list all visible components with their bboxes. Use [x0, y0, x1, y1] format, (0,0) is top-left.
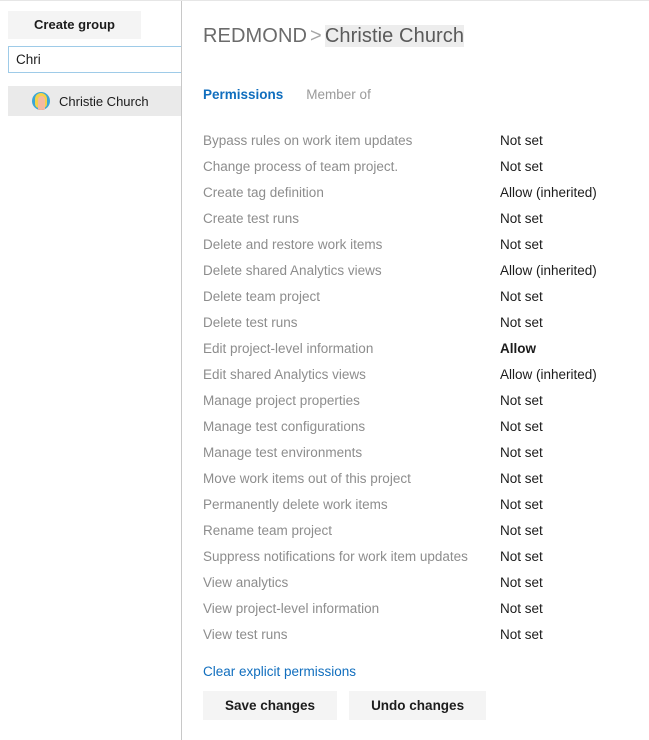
permission-row: Permanently delete work itemsNot set [203, 491, 633, 517]
create-group-button[interactable]: Create group [8, 11, 141, 39]
identity-search-input[interactable] [8, 46, 181, 73]
permission-row: Delete team projectNot set [203, 283, 633, 309]
permission-row: Move work items out of this projectNot s… [203, 465, 633, 491]
permission-row: Delete shared Analytics viewsAllow (inhe… [203, 257, 633, 283]
permission-value[interactable]: Not set [500, 445, 543, 460]
user-avatar-icon [32, 92, 50, 110]
permission-row: Create tag definitionAllow (inherited) [203, 179, 633, 205]
permission-name: Delete and restore work items [203, 237, 500, 252]
permission-row: Change process of team project.Not set [203, 153, 633, 179]
permission-value[interactable]: Not set [500, 549, 543, 564]
permission-value[interactable]: Not set [500, 159, 543, 174]
permission-value[interactable]: Allow [500, 341, 536, 356]
permission-value[interactable]: Not set [500, 601, 543, 616]
permission-row: Edit project-level informationAllow [203, 335, 633, 361]
breadcrumb-current: Christie Church [325, 25, 464, 47]
permission-row: Edit shared Analytics viewsAllow (inheri… [203, 361, 633, 387]
permission-name: Delete test runs [203, 315, 500, 330]
permission-value[interactable]: Not set [500, 471, 543, 486]
permission-value[interactable]: Not set [500, 211, 543, 226]
permission-row: Delete test runsNot set [203, 309, 633, 335]
identity-detail-panel: REDMOND>Christie Church Permissions Memb… [182, 1, 649, 740]
breadcrumb-separator: > [310, 25, 322, 47]
permission-name: Delete shared Analytics views [203, 263, 500, 278]
permission-value[interactable]: Not set [500, 575, 543, 590]
permission-row: Manage test configurationsNot set [203, 413, 633, 439]
action-buttons: Save changes Undo changes [203, 691, 486, 720]
permission-name: Create test runs [203, 211, 500, 226]
tab-member-of[interactable]: Member of [306, 87, 371, 102]
permission-name: Edit project-level information [203, 341, 500, 356]
permission-value[interactable]: Not set [500, 419, 543, 434]
permission-name: Manage project properties [203, 393, 500, 408]
permission-value[interactable]: Not set [500, 393, 543, 408]
permission-value[interactable]: Not set [500, 237, 543, 252]
list-item[interactable]: Christie Church [8, 86, 181, 116]
permission-name: Change process of team project. [203, 159, 500, 174]
permission-name: Manage test configurations [203, 419, 500, 434]
permission-value[interactable]: Not set [500, 523, 543, 538]
permission-value[interactable]: Allow (inherited) [500, 263, 597, 278]
permission-name: Permanently delete work items [203, 497, 500, 512]
permissions-list: Bypass rules on work item updatesNot set… [203, 127, 633, 647]
permission-name: Edit shared Analytics views [203, 367, 500, 382]
permission-row: View project-level informationNot set [203, 595, 633, 621]
permission-value[interactable]: Not set [500, 315, 543, 330]
permission-name: Rename team project [203, 523, 500, 538]
breadcrumb-root[interactable]: REDMOND [203, 25, 307, 47]
identity-search-panel: Create group Christie Church [0, 1, 182, 740]
permission-name: Create tag definition [203, 185, 500, 200]
permission-row: Suppress notifications for work item upd… [203, 543, 633, 569]
permission-value[interactable]: Not set [500, 133, 543, 148]
save-changes-button[interactable]: Save changes [203, 691, 337, 720]
permission-value[interactable]: Not set [500, 497, 543, 512]
permission-value[interactable]: Not set [500, 627, 543, 642]
clear-explicit-permissions-link[interactable]: Clear explicit permissions [203, 664, 356, 679]
identity-search-results: Christie Church [8, 86, 181, 116]
undo-changes-button[interactable]: Undo changes [349, 691, 486, 720]
permission-name: Manage test environments [203, 445, 500, 460]
permission-name: View test runs [203, 627, 500, 642]
permission-name: Suppress notifications for work item upd… [203, 549, 500, 564]
permission-value[interactable]: Allow (inherited) [500, 367, 597, 382]
permission-row: Rename team projectNot set [203, 517, 633, 543]
permission-row: Create test runsNot set [203, 205, 633, 231]
detail-tabs: Permissions Member of [203, 87, 371, 102]
permission-row: Delete and restore work itemsNot set [203, 231, 633, 257]
permission-row: Manage test environmentsNot set [203, 439, 633, 465]
permission-name: Bypass rules on work item updates [203, 133, 500, 148]
permission-value[interactable]: Allow (inherited) [500, 185, 597, 200]
permission-row: View test runsNot set [203, 621, 633, 647]
permission-row: Bypass rules on work item updatesNot set [203, 127, 633, 153]
breadcrumb: REDMOND>Christie Church [203, 25, 464, 48]
list-item-label: Christie Church [59, 94, 149, 109]
permission-name: View project-level information [203, 601, 500, 616]
permission-name: Move work items out of this project [203, 471, 500, 486]
permission-value[interactable]: Not set [500, 289, 543, 304]
permission-name: Delete team project [203, 289, 500, 304]
identity-permissions-page: Create group Christie Church REDMOND>Chr… [0, 0, 649, 740]
tab-permissions[interactable]: Permissions [203, 87, 283, 102]
permission-row: View analyticsNot set [203, 569, 633, 595]
permission-name: View analytics [203, 575, 500, 590]
permission-row: Manage project propertiesNot set [203, 387, 633, 413]
